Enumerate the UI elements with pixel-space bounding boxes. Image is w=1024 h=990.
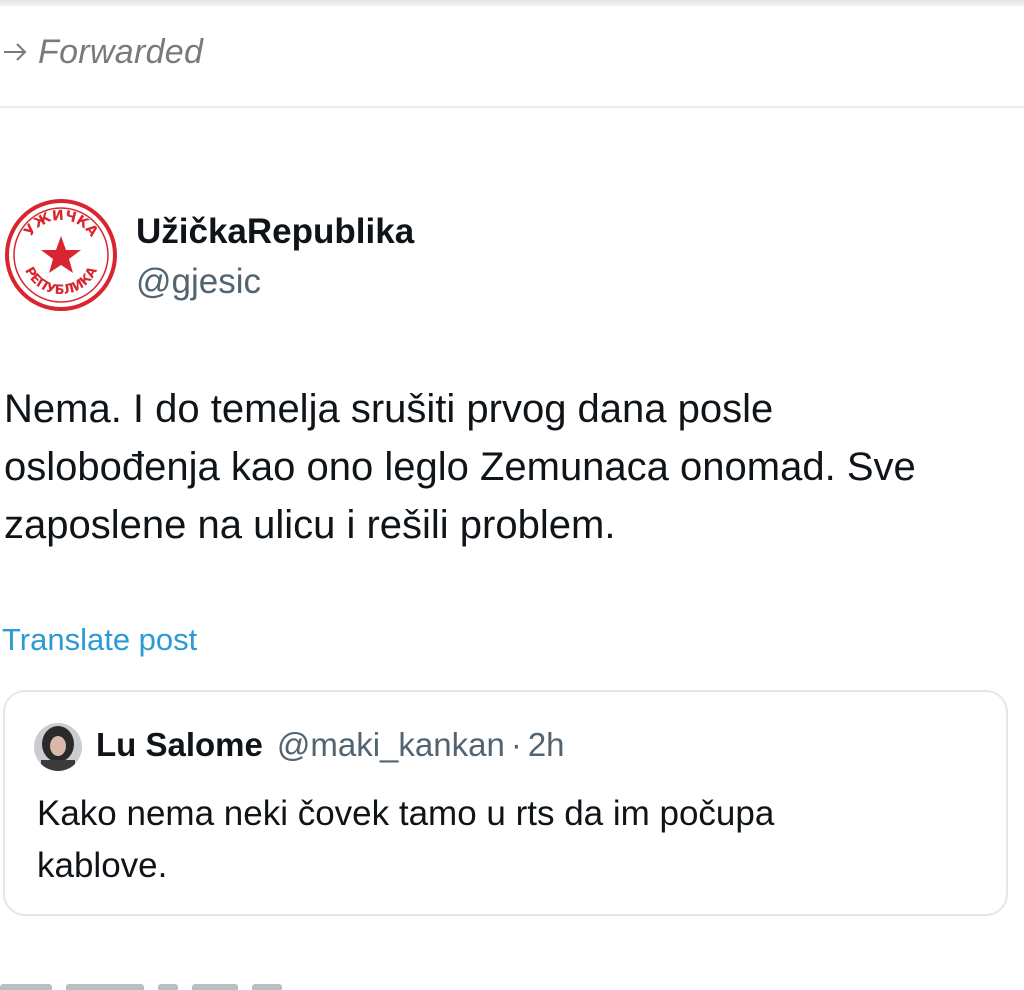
quoted-author-handle[interactable]: @maki_kankan [277,726,505,764]
forward-arrow-icon [4,43,27,61]
quoted-author-avatar[interactable] [33,722,83,772]
tweet-text-line: oslobođenja kao ono leglo Zemunaca onoma… [4,445,916,489]
tweet-text: Nema. I do temelja srušiti prvog dana po… [4,380,1014,554]
quoted-tweet-text: Kako nema neki čovek tamo u rts da im po… [37,788,977,892]
quoted-author-name[interactable]: Lu Salome [96,726,263,764]
author-avatar[interactable]: УЖИЧКА РЕПУБЛИКА [4,198,118,312]
author-handle[interactable]: @gjesic [136,262,261,302]
translate-post-link[interactable]: Translate post [2,622,197,658]
forwarded-label: Forwarded [38,32,204,71]
cropped-tweet-metadata [0,978,420,990]
quoted-text-line: kablove. [37,846,168,885]
tweet-text-line: zaposlene na ulicu i rešili problem. [4,503,616,547]
quoted-text-line: Kako nema neki čovek tamo u rts da im po… [37,794,775,833]
quoted-tweet-header: Lu Salome @maki_kankan · 2h [96,726,565,764]
quoted-timestamp[interactable]: 2h [528,726,565,764]
author-display-name[interactable]: UžičkaRepublika [136,212,414,252]
tweet-text-line: Nema. I do temelja srušiti prvog dana po… [4,387,774,431]
forwarded-indicator: Forwarded [0,30,203,74]
top-cropped-strip [0,0,1024,6]
header-separator: · [510,726,522,763]
